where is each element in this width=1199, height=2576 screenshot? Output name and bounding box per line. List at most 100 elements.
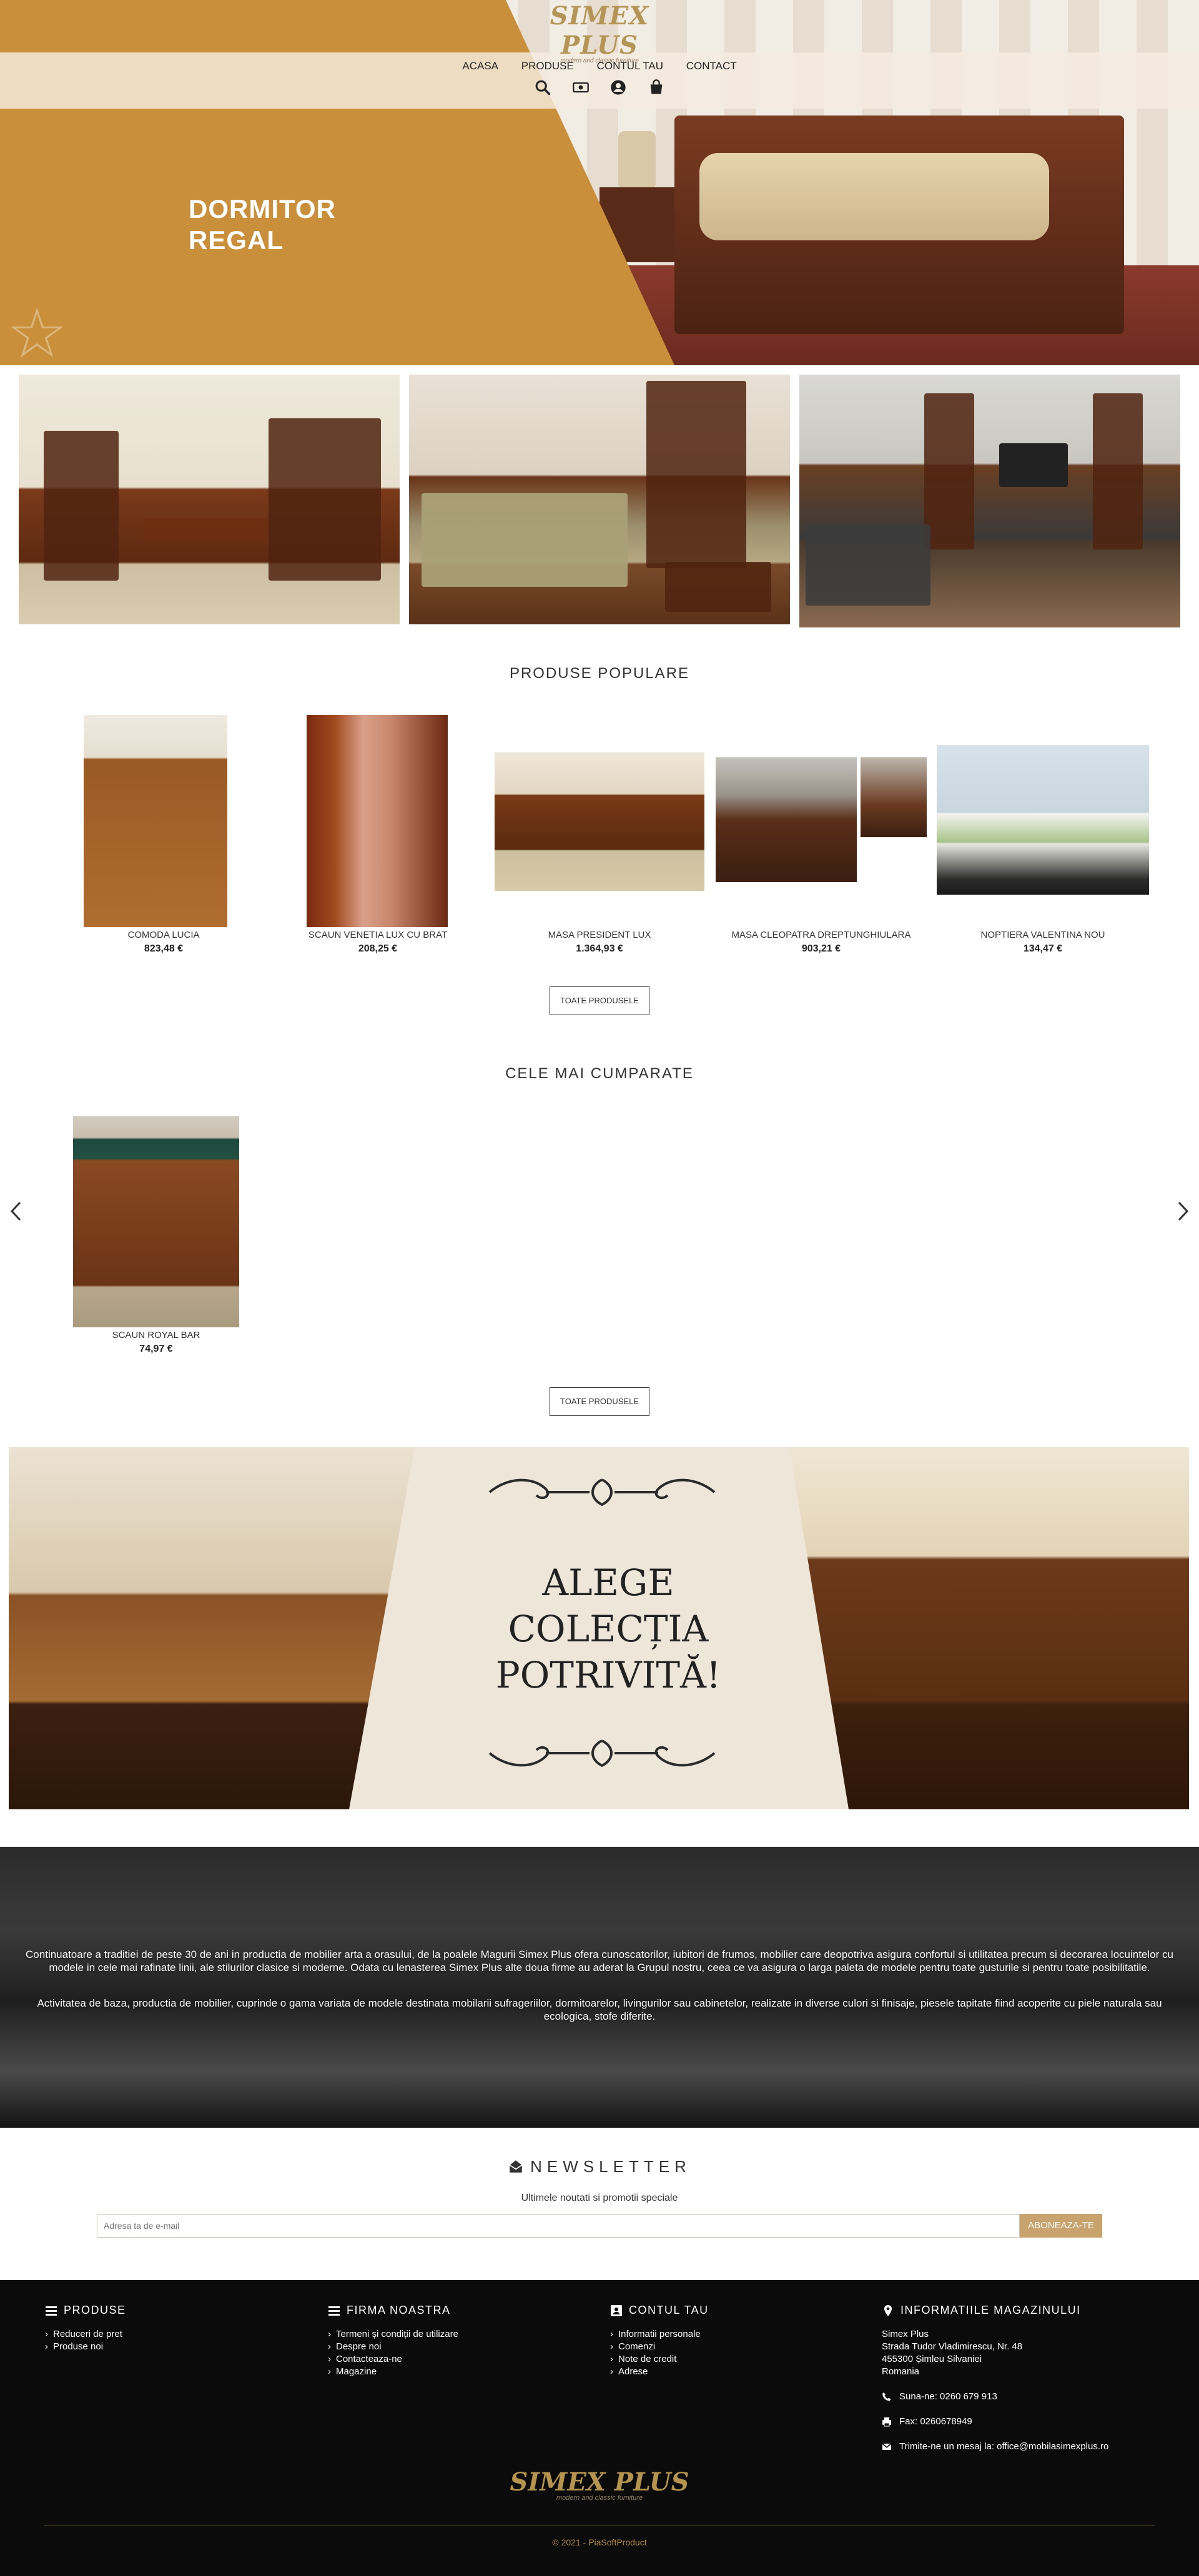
product-image[interactable] bbox=[495, 752, 704, 891]
money-icon[interactable] bbox=[572, 79, 590, 96]
footer-link-reduceri[interactable]: Reduceri de pret bbox=[45, 2328, 126, 2341]
product-card[interactable]: NOPTIERA VALENTINA NOU 134,47 € bbox=[934, 715, 1152, 965]
footer-link-adrese[interactable]: Adrese bbox=[610, 2366, 709, 2378]
carousel-next-button[interactable] bbox=[1177, 1199, 1190, 1228]
footer-col-cont: CONTUL TAU Informatii personale Comenzi … bbox=[610, 2304, 709, 2378]
star-icon: ☆ bbox=[6, 295, 68, 366]
list-icon bbox=[45, 2304, 57, 2317]
banner-line3: POTRIVITĂ! bbox=[495, 1654, 721, 1696]
product-image[interactable] bbox=[73, 1116, 239, 1327]
list-icon bbox=[328, 2304, 340, 2317]
store-name: Simex Plus bbox=[882, 2329, 929, 2339]
newsletter-email-input[interactable] bbox=[97, 2214, 1020, 2238]
footer-link-despre[interactable]: Despre noi bbox=[328, 2341, 458, 2353]
footer-link-termeni[interactable]: Termeni și condiții de utilizare bbox=[328, 2328, 458, 2341]
main-menu: ACASA PRODUSE CONTUL TAU CONTACT bbox=[0, 60, 1199, 72]
flourish-top-icon bbox=[488, 1478, 716, 1507]
footer-heading-produse: PRODUSE bbox=[45, 2304, 126, 2317]
product-name[interactable]: SCAUN VENETIA LUX CU BRAT bbox=[284, 930, 471, 940]
hero-slider[interactable]: ☆ DORMITOR REGAL SIMEX PLUS modern and c… bbox=[0, 0, 1199, 365]
footer-logo-tagline: modern and classic furniture bbox=[556, 2494, 643, 2502]
banner-line1: ALEGE bbox=[542, 1561, 674, 1604]
category-tile-living[interactable] bbox=[799, 375, 1180, 627]
product-image-thumb[interactable] bbox=[861, 757, 927, 837]
product-price: 903,21 € bbox=[801, 943, 841, 954]
collection-banner[interactable]: ALEGE COLECȚIA POTRIVITĂ! bbox=[9, 1447, 1189, 1809]
product-name[interactable]: MASA PRESIDENT LUX bbox=[488, 930, 711, 940]
footer-link-contact[interactable]: Contacteaza-ne bbox=[328, 2353, 458, 2366]
product-name[interactable]: NOPTIERA VALENTINA NOU bbox=[934, 930, 1152, 940]
tile-furniture bbox=[665, 562, 771, 612]
product-card[interactable]: SCAUN VENETIA LUX CU BRAT 208,25 € bbox=[284, 715, 471, 965]
envelope-icon bbox=[509, 2160, 523, 2173]
subscribe-button[interactable]: ABONEAZA-TE bbox=[1020, 2214, 1102, 2238]
tile-furniture bbox=[924, 393, 974, 549]
product-image[interactable] bbox=[937, 745, 1149, 895]
product-card[interactable]: MASA PRESIDENT LUX 1.364,93 € bbox=[488, 715, 711, 965]
footer-logo[interactable]: SIMEX PLUS modern and classic furniture bbox=[0, 2467, 1199, 2502]
product-price: 134,47 € bbox=[1023, 943, 1063, 954]
footer-heading-cont-text: CONTUL TAU bbox=[629, 2304, 709, 2316]
hero-bed bbox=[674, 116, 1124, 334]
store-city: 455300 Șimleu Silvaniei bbox=[882, 2354, 982, 2364]
store-phone-text: Suna-ne: 0260 679 913 bbox=[899, 2391, 997, 2402]
product-image[interactable] bbox=[84, 715, 227, 927]
tile-furniture bbox=[269, 418, 381, 581]
store-email[interactable]: Trimite-ne un mesaj la: office@mobilasim… bbox=[882, 2441, 1108, 2453]
footer-link-magazine[interactable]: Magazine bbox=[328, 2366, 458, 2378]
hero-title-line2: REGAL bbox=[189, 225, 284, 255]
envelope-icon bbox=[882, 2442, 892, 2452]
newsletter-title: NEWSLETTER bbox=[0, 2157, 1199, 2176]
category-tile-dining[interactable] bbox=[19, 375, 400, 624]
product-card[interactable]: SCAUN ROYAL BAR 74,97 € bbox=[62, 1116, 250, 1366]
footer-link-note[interactable]: Note de credit bbox=[610, 2353, 709, 2366]
product-card[interactable]: COMODA LUCIA 823,48 € bbox=[70, 715, 257, 965]
footer-copyright: © 2021 - PiaSoftProduct bbox=[552, 2537, 647, 2547]
logo-text: SIMEX PLUS bbox=[550, 1, 649, 60]
product-image[interactable] bbox=[716, 757, 857, 882]
store-country: Romania bbox=[882, 2366, 920, 2377]
product-price: 208,25 € bbox=[358, 943, 398, 954]
nav-item-contul-tau[interactable]: CONTUL TAU bbox=[597, 60, 663, 72]
all-products-button-2[interactable]: TOATE PRODUSELE bbox=[550, 1387, 649, 1416]
tile-furniture bbox=[806, 524, 930, 606]
hero-lamp bbox=[618, 131, 656, 187]
cart-icon[interactable] bbox=[648, 79, 665, 96]
product-image[interactable] bbox=[307, 715, 448, 927]
footer-heading-produse-text: PRODUSE bbox=[64, 2304, 126, 2316]
carousel-prev-button[interactable] bbox=[9, 1199, 22, 1228]
product-card[interactable]: MASA CLEOPATRA DREPTUNGHIULARA 903,21 € bbox=[712, 715, 930, 965]
nav-item-produse[interactable]: PRODUSE bbox=[521, 60, 574, 72]
footer-link-informatii[interactable]: Informatii personale bbox=[610, 2328, 709, 2341]
footer-logo-text: SIMEX PLUS bbox=[510, 2467, 689, 2497]
store-fax-text: Fax: 0260678949 bbox=[899, 2416, 972, 2427]
tile-furniture bbox=[44, 431, 119, 581]
tile-furniture bbox=[999, 443, 1068, 487]
nav-icons bbox=[0, 79, 1199, 96]
search-icon[interactable] bbox=[534, 79, 551, 96]
store-street: Strada Tudor Vladimirescu, Nr. 48 bbox=[882, 2341, 1023, 2352]
site-logo[interactable]: SIMEX PLUS modern and classic furniture bbox=[528, 1, 671, 64]
footer-link-produse-noi[interactable]: Produse noi bbox=[45, 2341, 126, 2353]
category-tile-bedroom[interactable] bbox=[409, 375, 790, 624]
nav-item-acasa[interactable]: ACASA bbox=[462, 60, 498, 72]
all-products-button[interactable]: TOATE PRODUSELE bbox=[550, 986, 649, 1015]
store-email-text: Trimite-ne un mesaj la: office@mobilasim… bbox=[899, 2441, 1109, 2452]
footer-heading-firma: FIRMA NOASTRA bbox=[328, 2304, 458, 2317]
nav-item-contact[interactable]: CONTACT bbox=[686, 60, 737, 72]
store-fax: Fax: 0260678949 bbox=[882, 2416, 1108, 2428]
user-icon[interactable] bbox=[609, 79, 627, 96]
footer-col-firma: FIRMA NOASTRA Termeni și condiții de uti… bbox=[328, 2304, 458, 2378]
tile-furniture bbox=[422, 493, 628, 587]
product-name[interactable]: COMODA LUCIA bbox=[70, 930, 257, 940]
product-name[interactable]: SCAUN ROYAL BAR bbox=[62, 1330, 250, 1340]
store-phone[interactable]: Suna-ne: 0260 679 913 bbox=[882, 2391, 1108, 2403]
footer-link-comenzi[interactable]: Comenzi bbox=[610, 2341, 709, 2353]
hero-title-line1: DORMITOR bbox=[189, 194, 336, 224]
user-card-icon bbox=[610, 2304, 623, 2317]
product-name[interactable]: MASA CLEOPATRA DREPTUNGHIULARA bbox=[712, 930, 930, 940]
about-paragraph-1: Continuatoare a traditiei de peste 30 de… bbox=[26, 1949, 1173, 1974]
product-price: 823,48 € bbox=[144, 943, 184, 954]
bestsellers-section-title: CELE MAI CUMPARATE bbox=[505, 1065, 694, 1082]
fax-icon bbox=[882, 2417, 892, 2427]
